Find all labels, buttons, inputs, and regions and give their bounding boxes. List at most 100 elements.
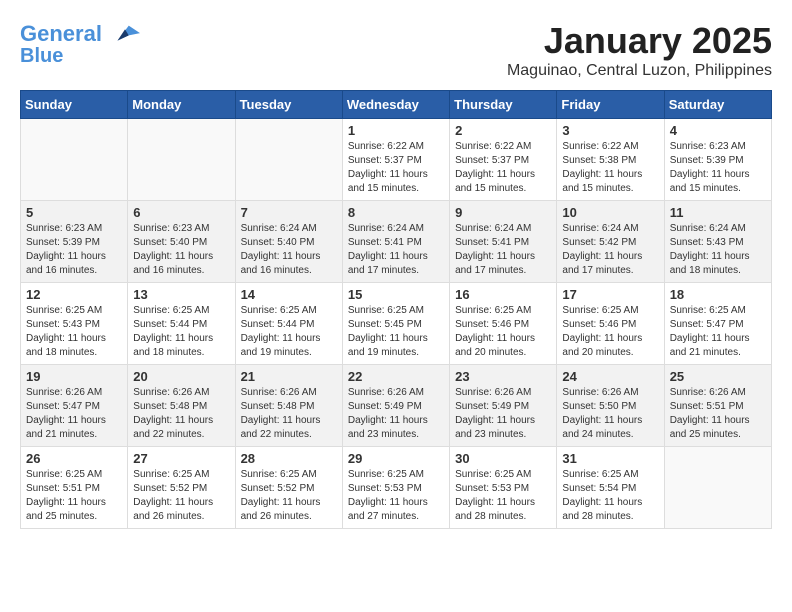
day-number: 22	[348, 369, 444, 384]
day-info: Sunrise: 6:25 AM Sunset: 5:47 PM Dayligh…	[670, 304, 766, 360]
day-info: Sunrise: 6:24 AM Sunset: 5:41 PM Dayligh…	[348, 222, 444, 278]
calendar-day-cell: 26 Sunrise: 6:25 AM Sunset: 5:51 PM Dayli…	[21, 447, 128, 529]
day-info: Sunrise: 6:22 AM Sunset: 5:38 PM Dayligh…	[562, 140, 658, 196]
day-info: Sunrise: 6:22 AM Sunset: 5:37 PM Dayligh…	[348, 140, 444, 196]
day-info: Sunrise: 6:26 AM Sunset: 5:49 PM Dayligh…	[455, 386, 551, 442]
day-info: Sunrise: 6:25 AM Sunset: 5:44 PM Dayligh…	[241, 304, 337, 360]
day-number: 6	[133, 205, 229, 220]
calendar-day-cell: 22 Sunrise: 6:26 AM Sunset: 5:49 PM Dayli…	[342, 365, 449, 447]
weekday-header-thursday: Thursday	[450, 91, 557, 119]
calendar-day-cell: 31 Sunrise: 6:25 AM Sunset: 5:54 PM Dayli…	[557, 447, 664, 529]
calendar-day-cell: 15 Sunrise: 6:25 AM Sunset: 5:45 PM Dayli…	[342, 283, 449, 365]
calendar-day-cell: 25 Sunrise: 6:26 AM Sunset: 5:51 PM Dayli…	[664, 365, 771, 447]
day-info: Sunrise: 6:25 AM Sunset: 5:54 PM Dayligh…	[562, 468, 658, 524]
calendar-day-cell: 8 Sunrise: 6:24 AM Sunset: 5:41 PM Daylig…	[342, 201, 449, 283]
day-number: 9	[455, 205, 551, 220]
day-info: Sunrise: 6:24 AM Sunset: 5:41 PM Dayligh…	[455, 222, 551, 278]
day-info: Sunrise: 6:24 AM Sunset: 5:40 PM Dayligh…	[241, 222, 337, 278]
weekday-header-monday: Monday	[128, 91, 235, 119]
day-number: 12	[26, 287, 122, 302]
calendar-day-cell: 30 Sunrise: 6:25 AM Sunset: 5:53 PM Dayli…	[450, 447, 557, 529]
calendar-day-cell: 7 Sunrise: 6:24 AM Sunset: 5:40 PM Daylig…	[235, 201, 342, 283]
calendar-day-cell: 6Sunrise: 6:23 AM Sunset: 5:40 PM Daylig…	[128, 201, 235, 283]
calendar-day-cell: 18 Sunrise: 6:25 AM Sunset: 5:47 PM Dayli…	[664, 283, 771, 365]
calendar-day-cell: 16Sunrise: 6:25 AM Sunset: 5:46 PM Dayli…	[450, 283, 557, 365]
weekday-header-sunday: Sunday	[21, 91, 128, 119]
location-title: Maguinao, Central Luzon, Philippines	[507, 62, 772, 80]
calendar-day-cell: 9 Sunrise: 6:24 AM Sunset: 5:41 PM Daylig…	[450, 201, 557, 283]
day-info: Sunrise: 6:26 AM Sunset: 5:49 PM Dayligh…	[348, 386, 444, 442]
day-number: 4	[670, 123, 766, 138]
day-number: 10	[562, 205, 658, 220]
day-info: Sunrise: 6:26 AM Sunset: 5:48 PM Dayligh…	[241, 386, 337, 442]
day-number: 27	[133, 451, 229, 466]
calendar-day-cell: 2Sunrise: 6:22 AM Sunset: 5:37 PM Daylig…	[450, 119, 557, 201]
day-info: Sunrise: 6:23 AM Sunset: 5:39 PM Dayligh…	[670, 140, 766, 196]
page-header: General Blue January 2025 Maguinao, Cent…	[20, 20, 772, 80]
calendar-day-cell	[21, 119, 128, 201]
calendar-day-cell: 28 Sunrise: 6:25 AM Sunset: 5:52 PM Dayli…	[235, 447, 342, 529]
day-info: Sunrise: 6:25 AM Sunset: 5:44 PM Dayligh…	[133, 304, 229, 360]
day-info: Sunrise: 6:25 AM Sunset: 5:52 PM Dayligh…	[133, 468, 229, 524]
day-info: Sunrise: 6:25 AM Sunset: 5:53 PM Dayligh…	[348, 468, 444, 524]
day-number: 19	[26, 369, 122, 384]
day-number: 8	[348, 205, 444, 220]
calendar-day-cell: 19 Sunrise: 6:26 AM Sunset: 5:47 PM Dayli…	[21, 365, 128, 447]
day-number: 30	[455, 451, 551, 466]
weekday-header-saturday: Saturday	[664, 91, 771, 119]
day-number: 7	[241, 205, 337, 220]
calendar-day-cell: 11 Sunrise: 6:24 AM Sunset: 5:43 PM Dayli…	[664, 201, 771, 283]
day-number: 14	[241, 287, 337, 302]
calendar-day-cell: 12 Sunrise: 6:25 AM Sunset: 5:43 PM Dayli…	[21, 283, 128, 365]
calendar-day-cell	[235, 119, 342, 201]
day-number: 23	[455, 369, 551, 384]
day-number: 15	[348, 287, 444, 302]
day-info: Sunrise: 6:25 AM Sunset: 5:43 PM Dayligh…	[26, 304, 122, 360]
calendar-day-cell: 10Sunrise: 6:24 AM Sunset: 5:42 PM Dayli…	[557, 201, 664, 283]
calendar-day-cell: 13Sunrise: 6:25 AM Sunset: 5:44 PM Dayli…	[128, 283, 235, 365]
day-info: Sunrise: 6:25 AM Sunset: 5:53 PM Dayligh…	[455, 468, 551, 524]
day-number: 28	[241, 451, 337, 466]
day-info: Sunrise: 6:26 AM Sunset: 5:51 PM Dayligh…	[670, 386, 766, 442]
day-number: 17	[562, 287, 658, 302]
weekday-header-wednesday: Wednesday	[342, 91, 449, 119]
calendar-week-row: 5Sunrise: 6:23 AM Sunset: 5:39 PM Daylig…	[21, 201, 772, 283]
calendar-day-cell: 17Sunrise: 6:25 AM Sunset: 5:46 PM Dayli…	[557, 283, 664, 365]
calendar-day-cell: 21 Sunrise: 6:26 AM Sunset: 5:48 PM Dayli…	[235, 365, 342, 447]
weekday-header-row: SundayMondayTuesdayWednesdayThursdayFrid…	[21, 91, 772, 119]
day-number: 5	[26, 205, 122, 220]
day-number: 20	[133, 369, 229, 384]
calendar-week-row: 26 Sunrise: 6:25 AM Sunset: 5:51 PM Dayli…	[21, 447, 772, 529]
day-number: 25	[670, 369, 766, 384]
day-number: 18	[670, 287, 766, 302]
day-info: Sunrise: 6:24 AM Sunset: 5:43 PM Dayligh…	[670, 222, 766, 278]
calendar-day-cell: 3 Sunrise: 6:22 AM Sunset: 5:38 PM Daylig…	[557, 119, 664, 201]
day-number: 21	[241, 369, 337, 384]
day-number: 1	[348, 123, 444, 138]
day-number: 26	[26, 451, 122, 466]
day-number: 11	[670, 205, 766, 220]
calendar-week-row: 1 Sunrise: 6:22 AM Sunset: 5:37 PM Daylig…	[21, 119, 772, 201]
day-number: 24	[562, 369, 658, 384]
day-info: Sunrise: 6:26 AM Sunset: 5:50 PM Dayligh…	[562, 386, 658, 442]
calendar-week-row: 19 Sunrise: 6:26 AM Sunset: 5:47 PM Dayli…	[21, 365, 772, 447]
day-info: Sunrise: 6:25 AM Sunset: 5:52 PM Dayligh…	[241, 468, 337, 524]
calendar-day-cell: 27 Sunrise: 6:25 AM Sunset: 5:52 PM Dayli…	[128, 447, 235, 529]
day-number: 31	[562, 451, 658, 466]
day-number: 3	[562, 123, 658, 138]
calendar-day-cell: 29 Sunrise: 6:25 AM Sunset: 5:53 PM Dayli…	[342, 447, 449, 529]
day-info: Sunrise: 6:25 AM Sunset: 5:45 PM Dayligh…	[348, 304, 444, 360]
logo-bird-icon	[110, 20, 140, 50]
day-number: 2	[455, 123, 551, 138]
calendar-day-cell: 20Sunrise: 6:26 AM Sunset: 5:48 PM Dayli…	[128, 365, 235, 447]
day-info: Sunrise: 6:26 AM Sunset: 5:47 PM Dayligh…	[26, 386, 122, 442]
calendar-week-row: 12 Sunrise: 6:25 AM Sunset: 5:43 PM Dayli…	[21, 283, 772, 365]
weekday-header-friday: Friday	[557, 91, 664, 119]
calendar-day-cell: 4 Sunrise: 6:23 AM Sunset: 5:39 PM Daylig…	[664, 119, 771, 201]
day-number: 29	[348, 451, 444, 466]
month-title: January 2025	[507, 20, 772, 62]
day-info: Sunrise: 6:25 AM Sunset: 5:46 PM Dayligh…	[455, 304, 551, 360]
calendar-day-cell: 1 Sunrise: 6:22 AM Sunset: 5:37 PM Daylig…	[342, 119, 449, 201]
calendar-table: SundayMondayTuesdayWednesdayThursdayFrid…	[20, 90, 772, 529]
day-info: Sunrise: 6:25 AM Sunset: 5:51 PM Dayligh…	[26, 468, 122, 524]
